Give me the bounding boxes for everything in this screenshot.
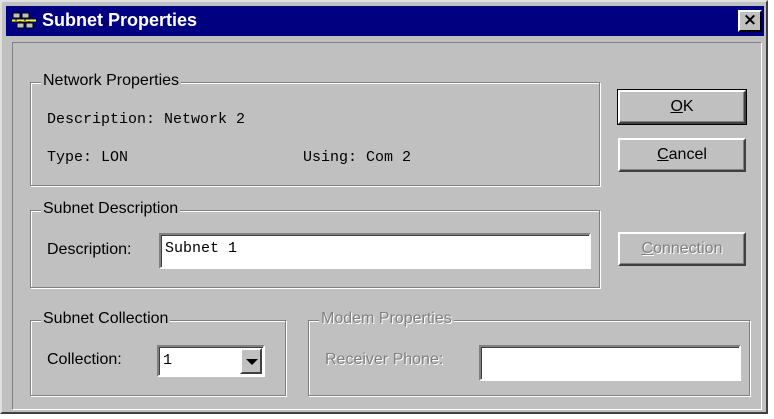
title-bar[interactable]: Subnet Properties ×: [6, 6, 764, 36]
connection-button[interactable]: Connection: [618, 232, 746, 266]
window-title: Subnet Properties: [42, 10, 198, 30]
receiver-phone-label: Receiver Phone:: [325, 351, 444, 368]
close-icon: ×: [742, 10, 758, 30]
network-type-text: Type: LON: [47, 149, 129, 166]
subnet-description-value: Subnet 1: [165, 240, 238, 257]
network-properties-legend: Network Properties: [41, 72, 182, 90]
network-using-text: Using: Com 2: [303, 149, 412, 166]
network-properties-group: Network Properties Description: Network …: [30, 72, 600, 186]
subnet-collection-legend: Subnet Collection: [41, 310, 171, 328]
ok-button-label: OK: [670, 98, 694, 115]
subnet-description-legend: Subnet Description: [41, 200, 181, 218]
collection-combobox[interactable]: 1: [157, 345, 265, 377]
subnet-description-input[interactable]: Subnet 1: [159, 233, 591, 269]
subnet-properties-dialog: Subnet Properties × Network Properties D…: [0, 0, 768, 414]
chevron-down-icon: [246, 359, 258, 365]
receiver-phone-input[interactable]: [479, 345, 741, 381]
modem-properties-group: Modem Properties Receiver Phone:: [308, 310, 750, 396]
cancel-button-label: Cancel: [657, 146, 707, 163]
collection-value: 1: [163, 352, 173, 369]
collection-dropdown-button[interactable]: [240, 348, 262, 374]
modem-properties-legend: Modem Properties: [319, 310, 454, 328]
collection-label: Collection:: [47, 351, 122, 368]
close-button[interactable]: ×: [738, 10, 762, 32]
network-icon: [12, 12, 36, 30]
subnet-description-group: Subnet Description Description: Subnet 1: [30, 200, 600, 288]
network-description-text: Description: Network 2: [47, 111, 246, 128]
subnet-description-label: Description:: [47, 241, 132, 258]
cancel-button[interactable]: Cancel: [618, 138, 746, 172]
subnet-collection-group: Subnet Collection Collection: 1: [30, 310, 286, 396]
connection-button-label: Connection: [641, 240, 723, 257]
ok-button[interactable]: OK: [617, 89, 747, 125]
